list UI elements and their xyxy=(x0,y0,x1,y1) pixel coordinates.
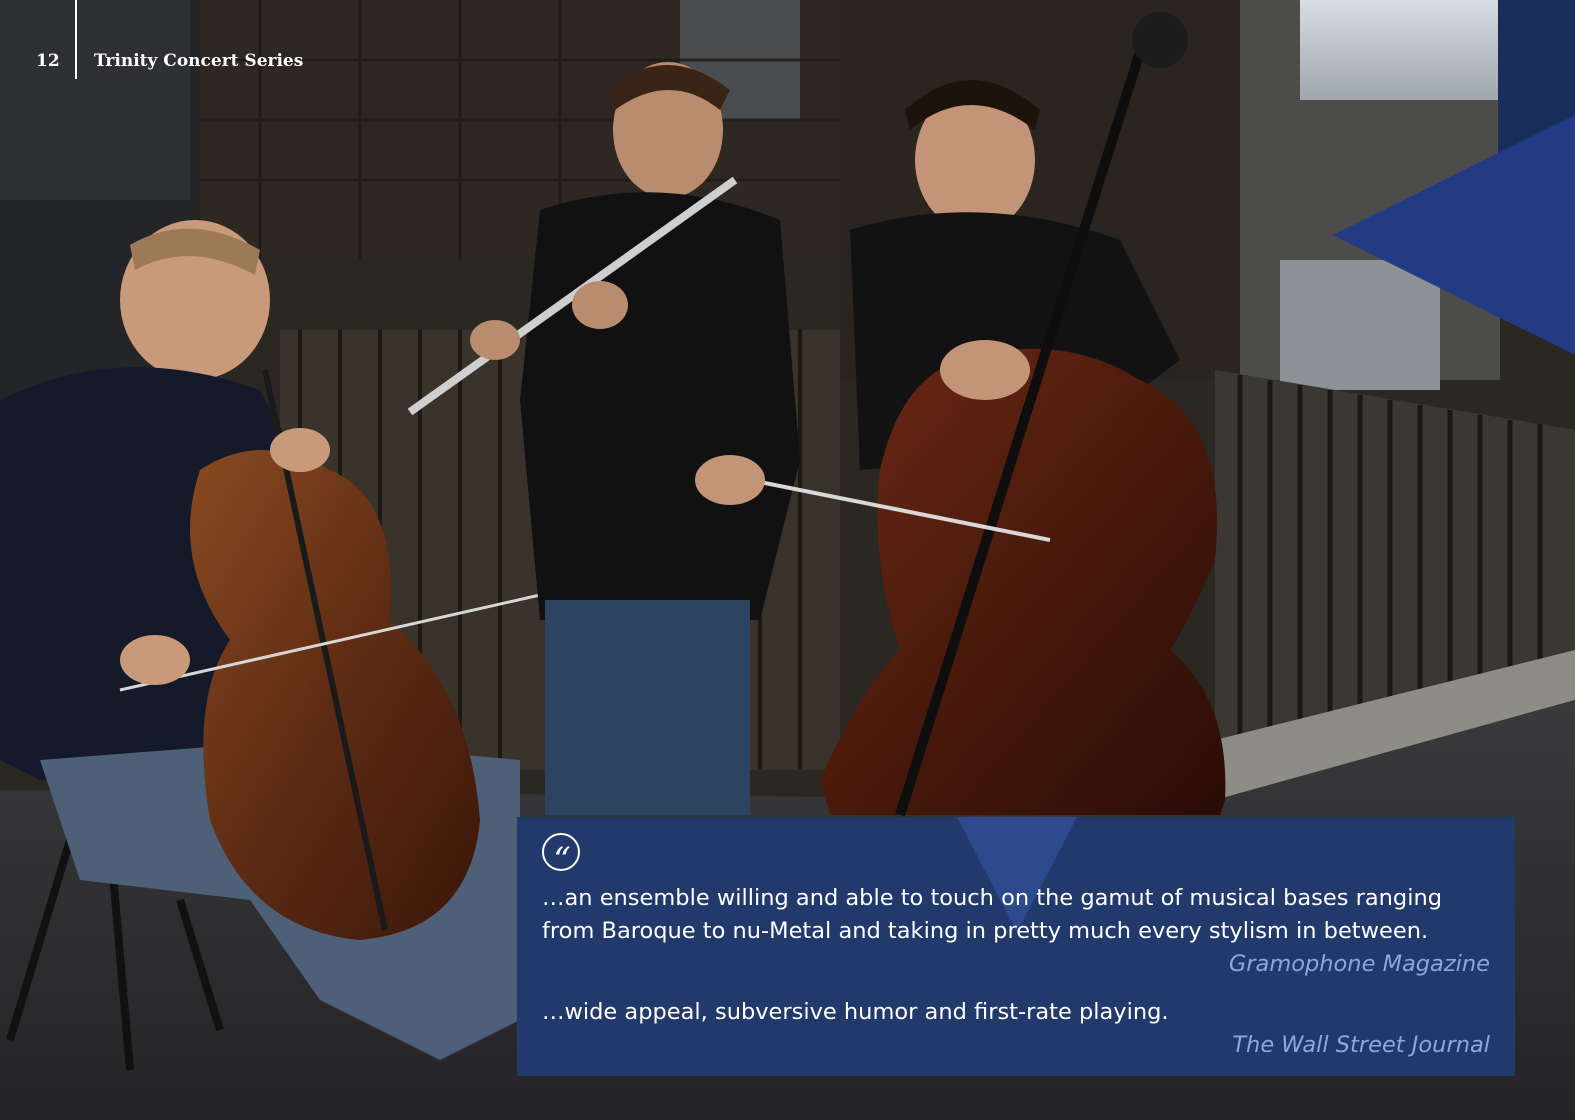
quote-source: The Wall Street Journal xyxy=(1232,1032,1490,1058)
quote-text: …wide appeal, subversive humor and first… xyxy=(542,999,1169,1025)
page-header: 12 Trinity Concert Series xyxy=(0,0,420,80)
quote-text: …an ensemble willing and able to touch o… xyxy=(542,885,1442,944)
series-title: Trinity Concert Series xyxy=(94,51,304,71)
press-quotes-box: “ …an ensemble willing and able to touch… xyxy=(517,817,1515,1076)
quote-source: Gramophone Magazine xyxy=(1228,951,1490,977)
quote-mark-icon: “ xyxy=(542,833,580,880)
page-number: 12 xyxy=(36,51,60,71)
corner-band xyxy=(1498,0,1575,160)
header-divider xyxy=(75,0,77,79)
